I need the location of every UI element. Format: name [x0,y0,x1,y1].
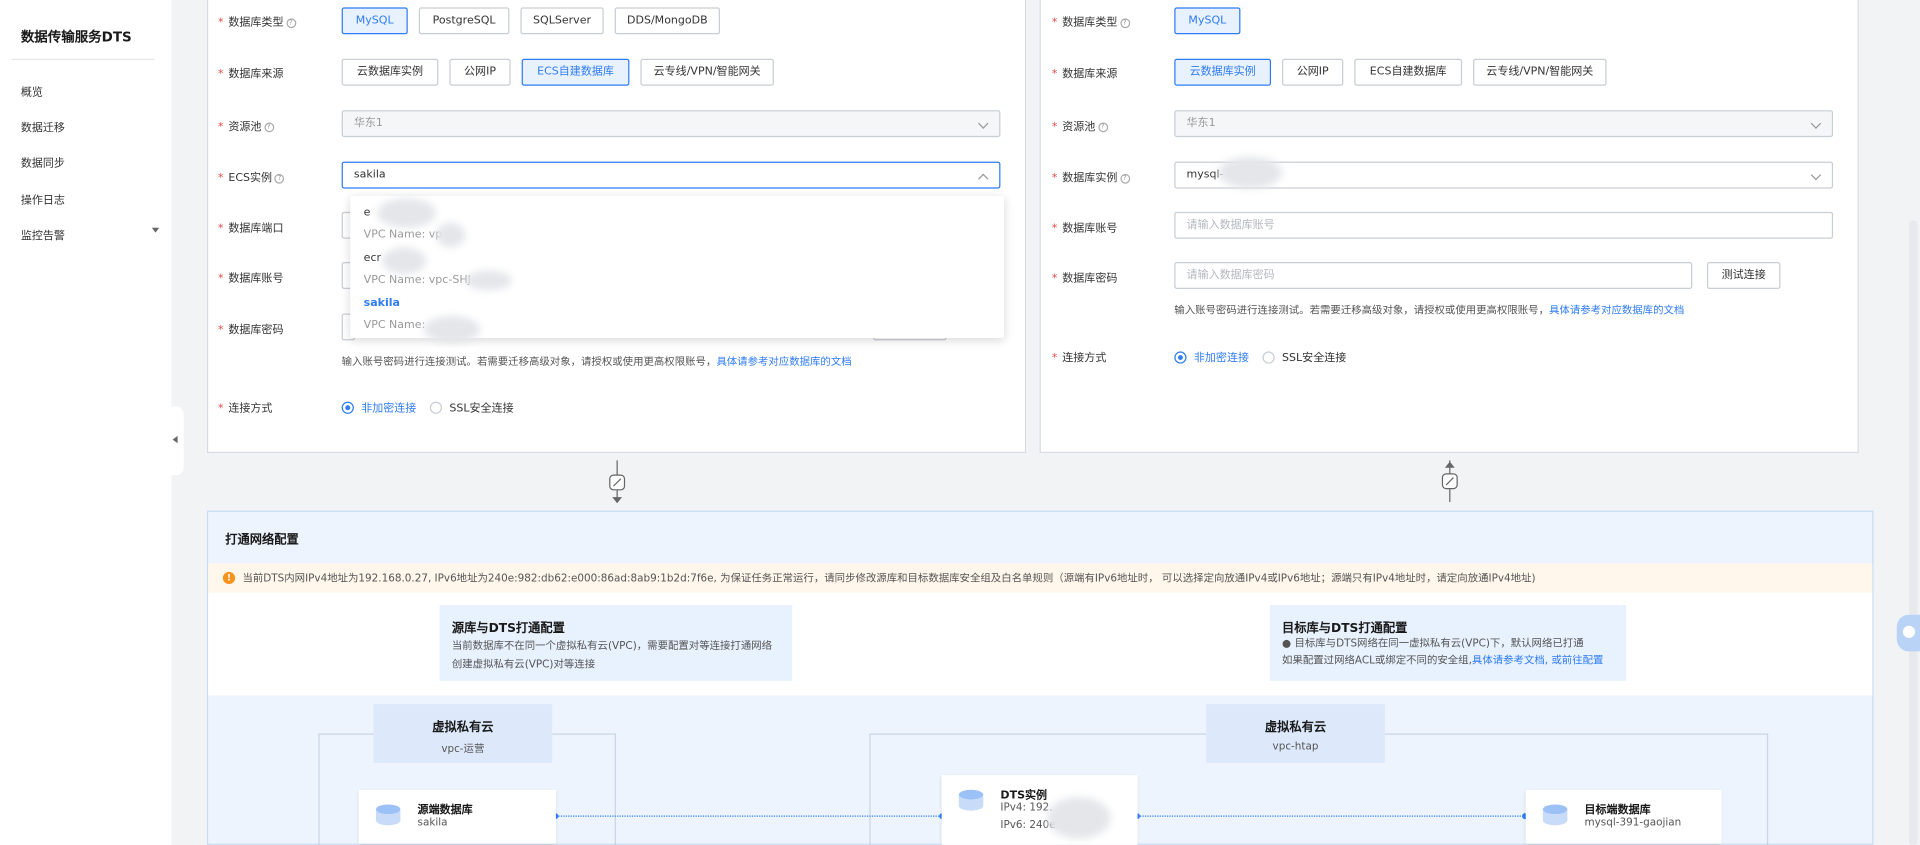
src-source-publicip-button[interactable]: 公网IP [449,58,511,86]
assistant-float-button[interactable] [1896,614,1920,652]
dropdown-item-name[interactable]: e [364,207,371,219]
redaction-blur [435,222,466,248]
dst-password-input[interactable]: 请输入数据库密码 [1174,262,1693,289]
link-connector-icon [1441,460,1458,503]
dst-type-mysql-button[interactable]: MySQL [1174,7,1241,35]
dst-config-link[interactable]: 具体请参考文档, 或前往配置 [1472,655,1604,667]
dropdown-item-name-selected[interactable]: sakila [364,298,400,310]
redaction-blur [1218,156,1283,189]
source-dts-card: 源库与DTS打通配置 当前数据库不在同一个虚拟私有云(VPC)，需要配置对等连接… [439,604,793,681]
src-db-source-label: * 数据库来源 [217,68,284,81]
chevron-down-icon [1810,169,1822,181]
src-conn-plain-radio[interactable]: 非加密连接 [341,399,416,415]
dst-conn-label: * 连接方式 [1051,352,1107,365]
chevron-down-icon[interactable] [151,227,160,233]
sidebar-item-oplog[interactable]: 操作日志 [21,191,65,207]
connection-line [555,815,942,817]
dst-pool-select: 华东1 [1174,110,1834,138]
ecs-dropdown: e VPC Name: vp ecr VPC Name: vpc-SHJ sak… [350,195,1005,343]
chevron-up-icon [978,173,989,184]
src-type-mongodb-button[interactable]: DDS/MongoDB [614,7,721,35]
network-title: 打通网络配置 [225,533,299,548]
sidebar-collapse-button[interactable] [168,406,184,476]
help-icon: ? [263,122,274,133]
dropdown-item-vpc: VPC Name: [363,319,426,332]
dst-pool-label: * 资源池? [1052,118,1108,133]
chevron-down-icon [1810,118,1822,129]
chevron-down-icon [978,118,989,129]
src-type-postgresql-button[interactable]: PostgreSQL [418,7,510,35]
sidebar-divider [12,58,155,61]
dropdown-item-vpc: VPC Name: vpc-SHJ [363,274,471,287]
help-icon: ? [285,18,296,29]
dst-db-source-label: * 数据库来源 [1051,68,1118,81]
src-type-sqlserver-button[interactable]: SQLServer [520,7,604,35]
dst-db-type-label: * 数据库类型? [1052,13,1130,29]
src-pool-select: 华东1 [341,110,1001,138]
redaction-blur [382,247,427,275]
dst-conn-plain-radio[interactable]: 非加密连接 [1174,349,1249,365]
dst-test-connection-button[interactable]: 测试连接 [1706,262,1781,289]
source-db-node[interactable]: 源端数据库 sakila [358,789,556,844]
link-connector-icon [609,460,626,504]
dropdown-item-vpc: VPC Name: vp [363,228,443,242]
src-type-mysql-button[interactable]: MySQL [341,7,408,35]
src-account-label: * 数据库账号 [217,273,284,286]
dst-hint: 输入账号密码进行连接测试。若需要迁移高级对象，请授权或使用更高权限账号，具体请参… [1174,304,1685,318]
database-icon [375,804,401,826]
create-vpc-peering-link[interactable]: 创建虚拟私有云(VPC)对等连接 [452,656,595,671]
dst-conn-ssl-radio[interactable]: SSL安全连接 [1262,349,1346,365]
sidebar-item-migration[interactable]: 数据迁移 [21,119,65,134]
dst-source-publicip-button[interactable]: 公网IP [1282,58,1344,86]
src-ecs-select[interactable]: sakila [341,161,1001,189]
help-icon: ? [1119,18,1130,29]
sidebar: 数据传输服务DTS 概览 数据迁移 数据同步 操作日志 监控告警 [0,0,172,845]
src-db-type-label: * 数据库类型? [218,13,296,29]
redaction-blur [1046,797,1111,839]
src-source-cloud-button[interactable]: 云数据库实例 [341,58,439,86]
dst-account-input[interactable]: 请输入数据库账号 [1174,211,1834,239]
dst-source-vpn-button[interactable]: 云专线/VPN/智能网关 [1473,58,1607,86]
src-password-label: * 数据库密码 [217,324,284,337]
help-icon: ? [1119,173,1130,184]
connection-line [1137,815,1526,817]
dst-source-ecs-button[interactable]: ECS自建数据库 [1354,58,1463,86]
scrollbar[interactable] [1908,220,1918,845]
network-warning: ! 当前DTS内网IPv4地址为192.168.0.27, IPv6地址为240… [208,563,1873,593]
database-icon [1542,804,1568,826]
help-icon: ? [1097,122,1108,133]
target-dts-card: 目标库与DTS打通配置 ● 目标库与DTS网络在同一虚拟私有云(VPC)下，默认… [1269,604,1627,681]
help-icon: ? [274,173,285,184]
redaction-blur [377,198,436,228]
dst-password-label: * 数据库密码 [1051,273,1118,286]
chevron-left-icon [172,435,178,444]
vpc-left-header: 虚拟私有云 vpc-运营 [373,704,553,763]
src-conn-ssl-radio[interactable]: SSL安全连接 [429,399,514,415]
src-doc-link[interactable]: 具体请参考对应数据库的文档 [716,356,851,368]
vpc-right-header: 虚拟私有云 vpc-htap [1206,704,1385,763]
dst-source-cloud-button[interactable]: 云数据库实例 [1174,58,1272,86]
dropdown-item-name[interactable]: ecr [364,252,381,264]
dst-account-label: * 数据库账号 [1051,222,1118,236]
src-source-vpn-button[interactable]: 云专线/VPN/智能网关 [640,58,774,86]
sidebar-item-sync[interactable]: 数据同步 [21,154,65,170]
src-source-ecs-button[interactable]: ECS自建数据库 [521,58,630,86]
src-hint: 输入账号密码进行连接测试。若需要迁移高级对象，请授权或使用更高权限账号，具体请参… [341,356,852,369]
dts-instance-node[interactable]: DTS实例 IPv4: 192. IPv6: 240e: [941,775,1138,845]
sidebar-title: 数据传输服务DTS [20,29,132,46]
warning-icon: ! [222,571,236,585]
dst-instance-label: * 数据库实例? [1052,169,1130,185]
src-ecs-label: * ECS实例? [218,169,285,185]
src-conn-label: * 连接方式 [217,402,273,416]
dts-icon [958,789,984,811]
src-pool-label: * 资源池? [218,118,274,133]
redaction-blur [465,270,512,291]
sidebar-item-monitor[interactable]: 监控告警 [21,227,65,242]
dst-doc-link[interactable]: 具体请参考对应数据库的文档 [1549,305,1684,317]
sidebar-item-overview[interactable]: 概览 [21,83,43,99]
redaction-blur [423,315,481,343]
src-port-label: * 数据库端口 [217,222,284,236]
target-db-node[interactable]: 目标端数据库 mysql-391-gaojian [1525,789,1722,844]
